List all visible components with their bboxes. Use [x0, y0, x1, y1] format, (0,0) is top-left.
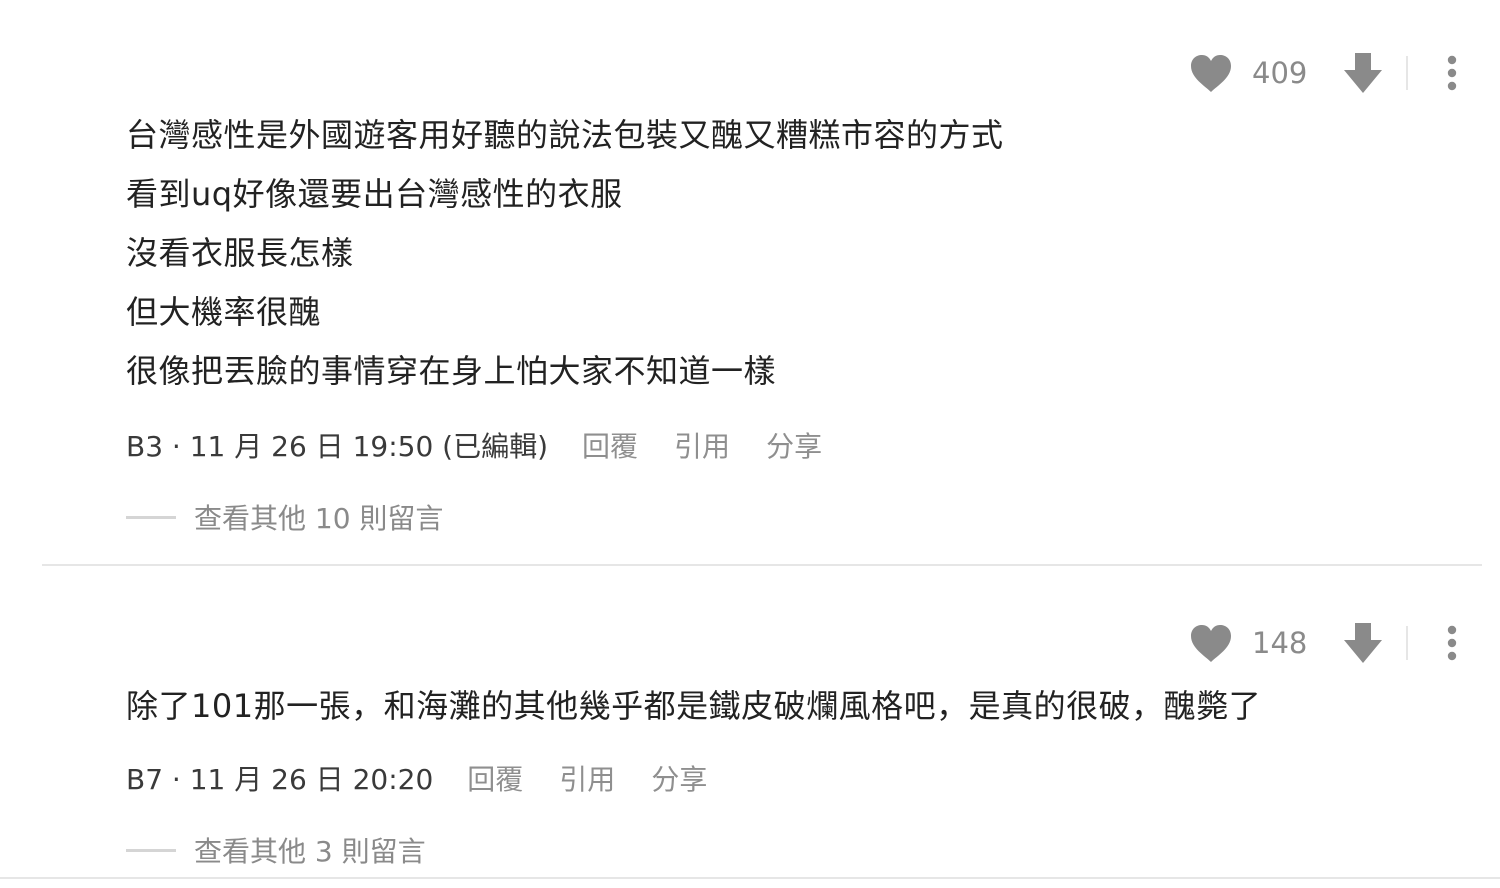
reply-indent-line — [126, 848, 176, 852]
reply-button[interactable]: 回覆 — [582, 425, 638, 465]
comment-thread: 409 台灣感性是外國遊客用好聽的說法包裝又醜又糟糕市容的方式 看到uq好像還要… — [0, 0, 1500, 888]
comment-line: 沒看衣服長怎樣 — [126, 234, 354, 272]
comment-line: 但大機率很醜 — [126, 293, 322, 331]
comment-line: 很像把丟臉的事情穿在身上怕大家不知道一樣 — [126, 352, 777, 390]
comment-text: 台灣感性是外國遊客用好聽的說法包裝又醜又糟糕市容的方式 看到uq好像還要出台灣感… — [126, 106, 1004, 401]
floor-timestamp: B7 · 11 月 26 日 20:20 — [126, 763, 434, 796]
view-more-replies-label: 查看其他 3 則留言 — [194, 835, 426, 868]
floor-timestamp: B3 · 11 月 26 日 19:50 (已編輯) — [126, 430, 549, 463]
share-button[interactable]: 分享 — [651, 758, 707, 798]
heart-icon[interactable] — [1188, 53, 1234, 93]
comment-text: 除了101那一張，和海灘的其他幾乎都是鐵皮破爛風格吧，是真的很破，醜斃了 — [126, 677, 1261, 736]
vertical-dots-icon[interactable] — [1446, 625, 1458, 661]
comment-meta: B3 · 11 月 26 日 19:50 (已編輯) 回覆 引用 分享 — [126, 425, 822, 465]
comment-line: 除了101那一張，和海灘的其他幾乎都是鐵皮破爛風格吧，是真的很破，醜斃了 — [126, 687, 1262, 725]
reply-button[interactable]: 回覆 — [467, 758, 523, 798]
view-more-replies-label: 查看其他 10 則留言 — [194, 502, 444, 535]
like-count: 148 — [1252, 626, 1308, 660]
comment-meta: B7 · 11 月 26 日 20:20 回覆 引用 分享 — [126, 758, 707, 798]
comment-line: 台灣感性是外國遊客用好聽的說法包裝又醜又糟糕市容的方式 — [126, 116, 1004, 154]
action-separator — [1406, 626, 1408, 660]
comment-divider — [42, 564, 1482, 566]
share-button[interactable]: 分享 — [766, 425, 822, 465]
action-separator — [1406, 56, 1408, 90]
like-count: 409 — [1252, 56, 1308, 90]
reply-indent-line — [126, 515, 176, 519]
arrow-down-icon[interactable] — [1342, 621, 1384, 665]
vertical-dots-icon[interactable] — [1446, 55, 1458, 91]
view-more-replies-link[interactable]: 查看其他 3 則留言 — [126, 830, 426, 870]
comment-actions: 148 — [1188, 615, 1464, 671]
arrow-down-icon[interactable] — [1342, 51, 1384, 95]
comment-divider — [0, 877, 1500, 879]
comment-actions: 409 — [1188, 45, 1464, 101]
comment-line: 看到uq好像還要出台灣感性的衣服 — [126, 175, 623, 213]
quote-button[interactable]: 引用 — [559, 758, 615, 798]
heart-icon[interactable] — [1188, 623, 1234, 663]
view-more-replies-link[interactable]: 查看其他 10 則留言 — [126, 497, 443, 537]
quote-button[interactable]: 引用 — [674, 425, 730, 465]
